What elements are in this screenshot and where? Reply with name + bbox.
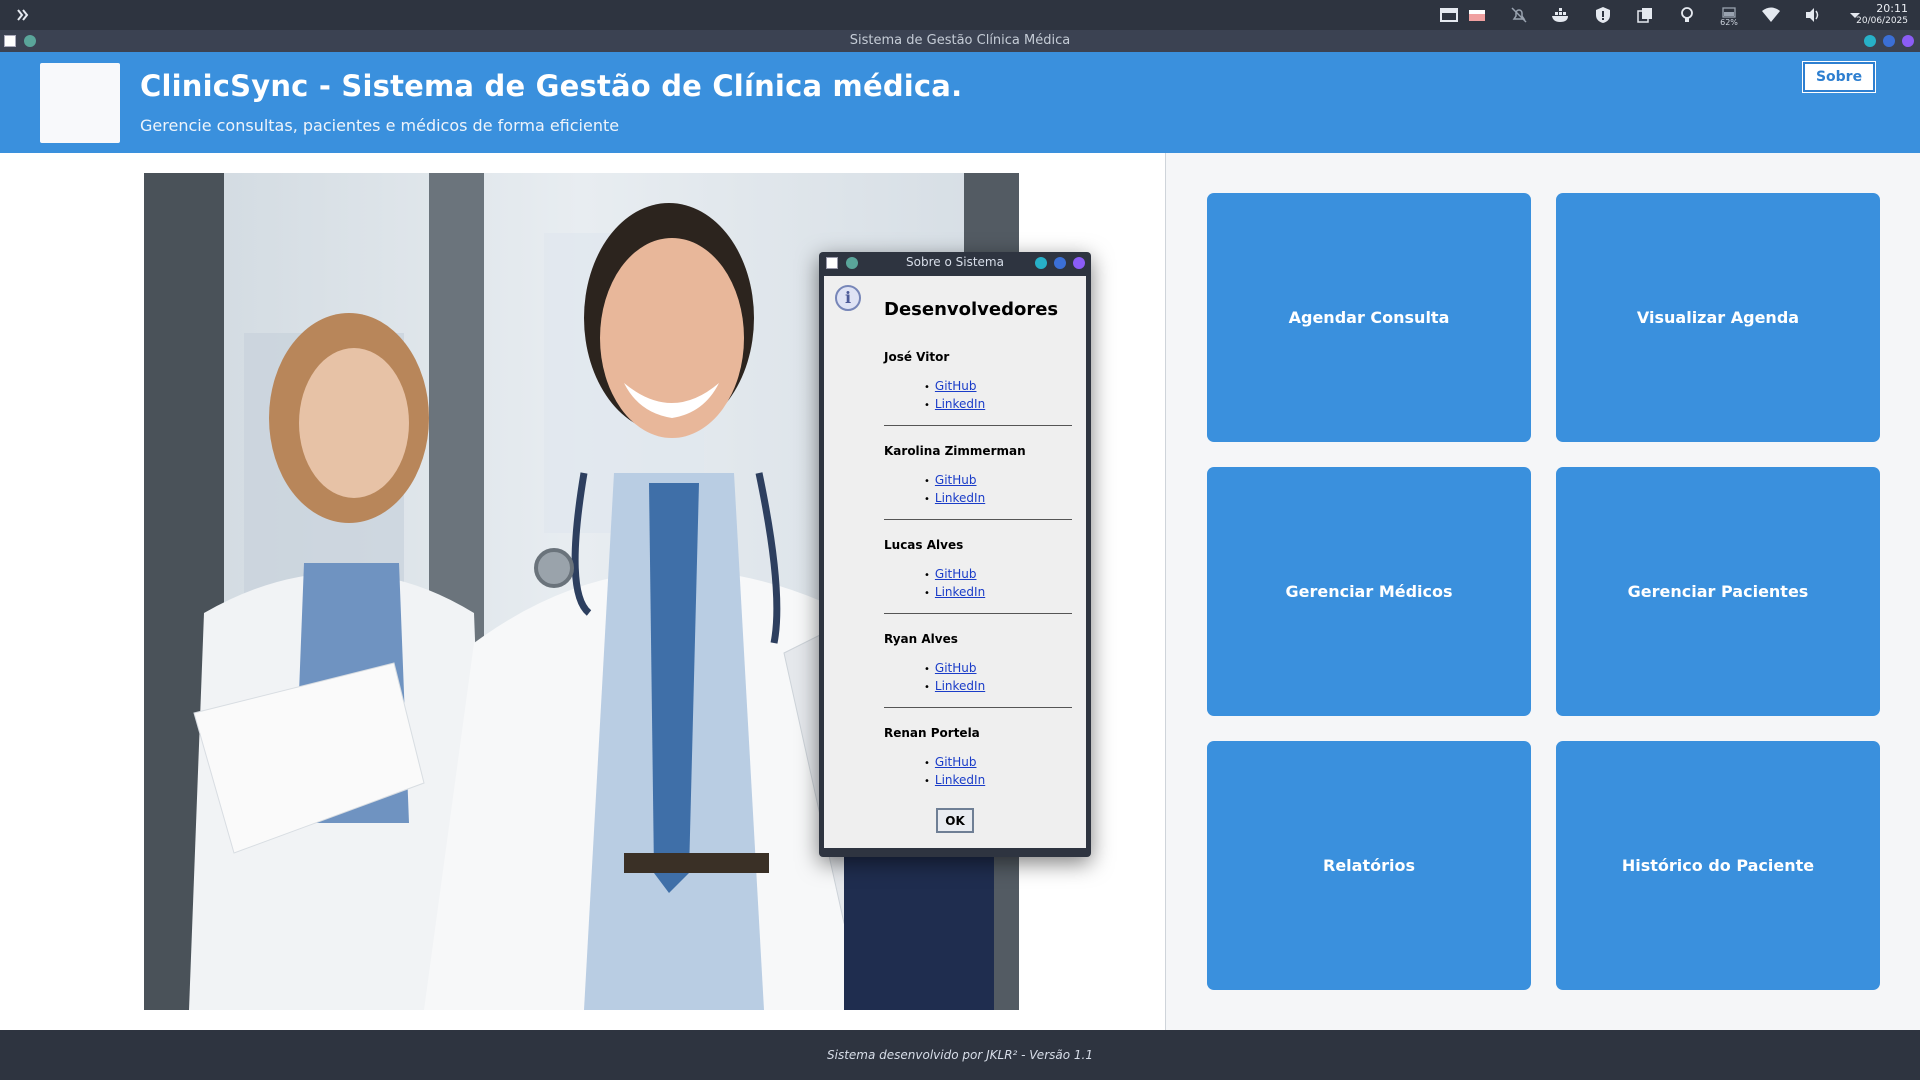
github-link[interactable]: GitHub [935,661,977,675]
app-title: ClinicSync - Sistema de Gestão de Clínic… [140,69,963,103]
lightbulb-icon[interactable] [1676,4,1698,26]
dialog-minimize-button[interactable] [1035,257,1047,269]
developer-entry: Renan Portela GitHub LinkedIn [884,726,1072,790]
ok-button[interactable]: OK [936,808,974,833]
maximize-button[interactable] [1883,35,1895,47]
developer-name: Renan Portela [884,726,980,740]
dialog-title-bar[interactable]: Sobre o Sistema [819,252,1091,274]
window-icon[interactable] [1438,4,1460,26]
actions-panel: Agendar Consulta Visualizar Agenda Geren… [1167,153,1920,1030]
wifi-icon[interactable] [1760,4,1782,26]
close-button[interactable] [1902,35,1914,47]
app-footer: Sistema desenvolvido por JKLR² - Versão … [0,1030,1920,1080]
github-link[interactable]: GitHub [935,755,977,769]
app-subtitle: Gerencie consultas, pacientes e médicos … [140,116,620,135]
window-title-bar[interactable]: Sistema de Gestão Clínica Médica [0,30,1920,52]
linkedin-link[interactable]: LinkedIn [935,397,985,411]
patient-history-button[interactable]: Histórico do Paciente [1556,741,1880,990]
developer-entry: José Vitor GitHub LinkedIn [884,350,1072,426]
about-dialog: Sobre o Sistema i Desenvolvedores José V… [819,252,1091,857]
bell-muted-icon[interactable] [1508,4,1530,26]
dialog-heading: Desenvolvedores [884,299,1059,320]
developer-entry: Lucas Alves GitHub LinkedIn [884,538,1072,614]
view-schedule-button[interactable]: Visualizar Agenda [1556,193,1880,442]
divider [884,425,1072,426]
divider [884,707,1072,708]
system-clock[interactable]: 20:11 20/06/2025 [1848,2,1908,28]
developer-name: Lucas Alves [884,538,964,552]
app-launcher-icon[interactable] [14,6,32,24]
battery-icon[interactable]: 62% [1718,4,1740,27]
battery-percent: 62% [1720,17,1738,27]
dialog-maximize-button[interactable] [1054,257,1066,269]
github-link[interactable]: GitHub [935,473,977,487]
volume-icon[interactable] [1802,4,1824,26]
app-logo [40,63,120,143]
window-title: Sistema de Gestão Clínica Médica [849,33,1071,48]
developer-entry: Ryan Alves GitHub LinkedIn [884,632,1072,708]
docker-icon[interactable] [1550,4,1572,26]
app-header: ClinicSync - Sistema de Gestão de Clínic… [0,52,1920,153]
manage-doctors-button[interactable]: Gerenciar Médicos [1207,467,1531,716]
system-top-bar: 62% 20:11 20/06/2025 [0,0,1920,30]
minimize-button[interactable] [1864,35,1876,47]
github-link[interactable]: GitHub [935,567,977,581]
shield-icon[interactable] [1592,4,1614,26]
developer-name: Karolina Zimmerman [884,444,1026,458]
divider [884,613,1072,614]
footer-text: Sistema desenvolvido por JKLR² - Versão … [827,1048,1093,1062]
linkedin-link[interactable]: LinkedIn [935,679,985,693]
schedule-appointment-button[interactable]: Agendar Consulta [1207,193,1531,442]
linkedin-link[interactable]: LinkedIn [935,491,985,505]
clock-time: 20:11 [1876,2,1908,15]
linkedin-link[interactable]: LinkedIn [935,585,985,599]
dialog-close-button[interactable] [1073,257,1085,269]
window-controls [1864,35,1914,47]
developer-entry: Karolina Zimmerman GitHub LinkedIn [884,444,1072,520]
info-icon: i [835,285,861,311]
developer-name: Ryan Alves [884,632,958,646]
dialog-body: i Desenvolvedores José Vitor GitHub Link… [824,276,1086,848]
manage-patients-button[interactable]: Gerenciar Pacientes [1556,467,1880,716]
linkedin-link[interactable]: LinkedIn [935,773,985,787]
system-tray: 62% [1438,0,1866,30]
flag-icon[interactable] [1466,4,1488,26]
divider [884,519,1072,520]
clock-date: 20/06/2025 [1856,16,1908,26]
reports-button[interactable]: Relatórios [1207,741,1531,990]
developer-name: José Vitor [884,350,950,364]
clipboard-icon[interactable] [1634,4,1656,26]
about-button[interactable]: Sobre [1802,61,1876,93]
github-link[interactable]: GitHub [935,379,977,393]
dialog-controls [1035,257,1085,269]
